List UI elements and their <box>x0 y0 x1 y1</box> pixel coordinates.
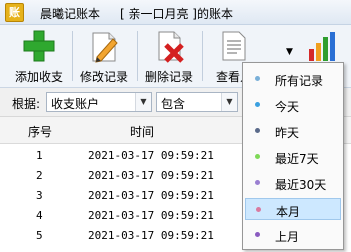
row-seq: 1 <box>36 149 43 162</box>
column-header-time[interactable]: 时间 <box>130 123 154 140</box>
filter-field-select[interactable]: 收支账户 ▼ <box>46 92 152 112</box>
app-logo-icon: 账 <box>5 3 24 22</box>
menu-item-label: 所有记录 <box>275 74 324 88</box>
edit-record-button[interactable]: 修改记录 <box>75 29 133 85</box>
menu-item-last-month[interactable]: 上月 <box>245 224 341 246</box>
bullet-icon <box>255 102 260 107</box>
toolbar-separator <box>137 31 138 81</box>
filter-field-value: 收支账户 <box>51 97 100 111</box>
menu-item-last-30-days[interactable]: 最近30天 <box>245 172 341 194</box>
menu-item-last-7-days[interactable]: 最近7天 <box>245 146 341 168</box>
menu-item-label: 昨天 <box>275 126 300 140</box>
filter-label: 根据: <box>12 97 41 111</box>
row-seq: 5 <box>36 229 43 242</box>
bullet-icon <box>255 232 260 237</box>
row-time: 2021-03-17 09:59:21 <box>88 209 214 222</box>
menu-item-today[interactable]: 今天 <box>245 94 341 116</box>
row-time: 2021-03-17 09:59:21 <box>88 169 214 182</box>
row-seq: 3 <box>36 189 43 202</box>
edit-record-label: 修改记录 <box>79 70 128 84</box>
menu-item-label: 今天 <box>275 100 300 114</box>
toolbar-separator <box>72 31 73 81</box>
bar-chart-icon <box>309 32 335 61</box>
bullet-icon <box>255 180 260 185</box>
toolbar-separator <box>202 31 203 81</box>
filter-operator-value: 包含 <box>161 97 186 111</box>
bullet-icon <box>256 207 261 212</box>
document-list-icon <box>222 31 246 61</box>
date-range-menu: 所有记录 今天 昨天 最近7天 最近30天 本月 上月 <box>242 62 344 250</box>
filter-operator-select[interactable]: 包含 ▼ <box>156 92 238 112</box>
green-plus-icon <box>23 30 55 62</box>
menu-item-label: 最近30天 <box>275 178 327 192</box>
title-bar: 账 晨曦记账本 [ 亲一口月亮 ]的账本 <box>0 0 351 25</box>
delete-record-button[interactable]: 删除记录 <box>140 29 198 85</box>
row-time: 2021-03-17 09:59:21 <box>88 149 214 162</box>
chevron-down-icon: ▼ <box>135 93 151 111</box>
menu-item-label: 最近7天 <box>275 152 319 166</box>
add-record-label: 添加收支 <box>14 70 63 84</box>
menu-item-label: 上月 <box>275 230 300 244</box>
dropdown-arrow-icon[interactable]: ▼ <box>286 47 293 57</box>
edit-pencil-icon <box>92 32 118 63</box>
menu-item-this-month[interactable]: 本月 <box>245 198 341 220</box>
row-seq: 2 <box>36 169 43 182</box>
menu-item-all-records[interactable]: 所有记录 <box>245 68 341 90</box>
menu-item-yesterday[interactable]: 昨天 <box>245 120 341 142</box>
bullet-icon <box>255 128 260 133</box>
bullet-icon <box>255 154 260 159</box>
menu-item-label: 本月 <box>276 205 301 219</box>
account-book-title: [ 亲一口月亮 ]的账本 <box>120 7 233 21</box>
delete-document-icon <box>158 31 184 63</box>
row-seq: 4 <box>36 209 43 222</box>
delete-record-label: 删除记录 <box>144 70 193 84</box>
chevron-down-icon: ▼ <box>221 93 237 111</box>
row-time: 2021-03-17 09:59:21 <box>88 229 214 242</box>
column-header-seq[interactable]: 序号 <box>28 123 52 140</box>
bullet-icon <box>255 76 260 81</box>
app-title: 晨曦记账本 <box>40 7 101 21</box>
row-time: 2021-03-17 09:59:21 <box>88 189 214 202</box>
add-record-button[interactable]: 添加收支 <box>10 29 68 85</box>
